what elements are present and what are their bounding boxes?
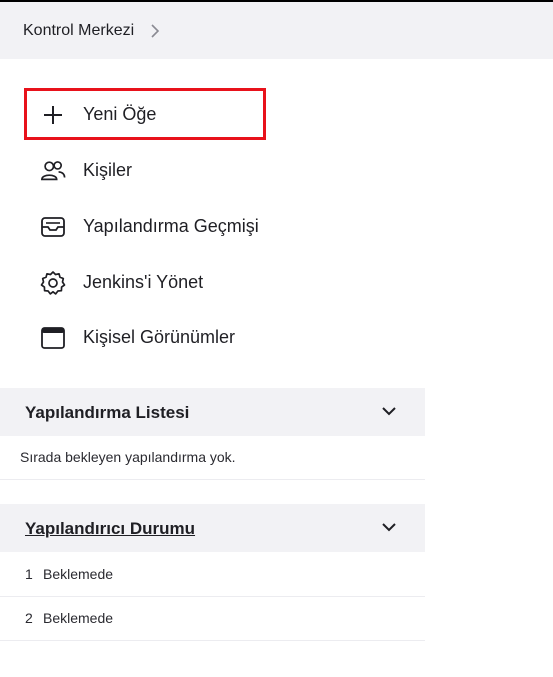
chevron-down-icon[interactable] — [380, 520, 398, 534]
executor-status: Beklemede — [43, 610, 114, 626]
breadcrumb: Kontrol Merkezi — [0, 2, 553, 59]
build-queue-empty-text: Sırada bekleyen yapılandırma yok. — [20, 449, 236, 465]
task-label: Yeni Öğe — [83, 104, 157, 124]
executor-row: 1 Beklemede — [0, 553, 425, 597]
task-label: Kişiler — [83, 160, 133, 180]
task-people[interactable]: Kişiler — [27, 147, 263, 193]
inbox-history-icon — [40, 214, 66, 240]
executor-number: 1 — [25, 566, 33, 582]
chevron-right-icon[interactable] — [150, 23, 162, 38]
plus-icon — [40, 102, 66, 128]
executor-number: 2 — [25, 610, 33, 626]
task-label: Kişisel Görünümler — [83, 327, 236, 347]
task-new-item[interactable]: Yeni Öğe — [24, 88, 266, 140]
task-build-history[interactable]: Yapılandırma Geçmişi — [27, 203, 263, 249]
window-icon — [40, 325, 66, 351]
breadcrumb-dashboard-link[interactable]: Kontrol Merkezi — [23, 22, 134, 40]
executor-status-link[interactable]: Yapılandırıcı Durumu — [25, 519, 195, 539]
task-my-views[interactable]: Kişisel Görünümler — [27, 314, 263, 360]
build-queue-header[interactable]: Yapılandırma Listesi — [0, 388, 425, 436]
task-manage-jenkins[interactable]: Jenkins'i Yönet — [27, 259, 263, 305]
people-icon — [40, 158, 66, 184]
task-label: Yapılandırma Geçmişi — [83, 216, 259, 236]
executor-row: 2 Beklemede — [0, 597, 425, 641]
task-label: Jenkins'i Yönet — [83, 272, 204, 292]
executor-status: Beklemede — [43, 566, 114, 582]
chevron-down-icon[interactable] — [380, 404, 398, 418]
executor-status-header[interactable]: Yapılandırıcı Durumu — [0, 504, 425, 552]
build-queue-title: Yapılandırma Listesi — [25, 403, 190, 422]
build-queue-empty-row: Sırada bekleyen yapılandırma yok. — [0, 436, 425, 480]
gear-icon — [40, 270, 66, 296]
